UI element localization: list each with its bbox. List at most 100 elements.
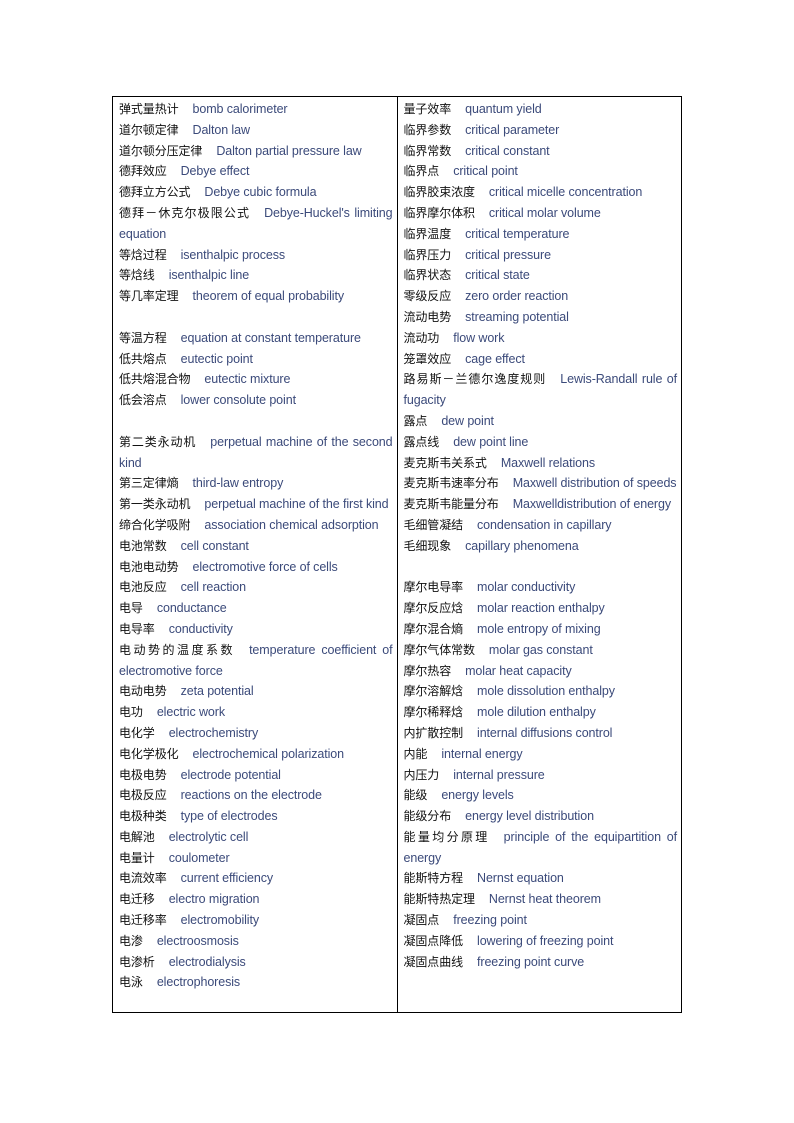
english-term: molar heat capacity <box>465 663 572 678</box>
english-term: Dalton law <box>192 122 250 137</box>
chinese-term: 电渗 <box>119 933 143 948</box>
chinese-term: 内能 <box>403 746 428 761</box>
glossary-entry: 能级 energy levels <box>404 785 678 806</box>
glossary-table: 弹式量热计 bomb calorimeter 道尔顿定律 Dalton law 道尔顿分… <box>112 96 682 1013</box>
chinese-term: 电流效率 <box>119 871 167 886</box>
glossary-entry: 临界摩尔体积 critical molar volume <box>404 203 678 224</box>
chinese-term: 流动功 <box>403 330 440 345</box>
chinese-term: 流动电势 <box>403 309 452 324</box>
chinese-term: 麦克斯韦关系式 <box>403 455 487 470</box>
glossary-entry: 电化学 electrochemistry <box>119 723 393 744</box>
chinese-term: 凝固点降低 <box>403 933 464 948</box>
glossary-entry: 电导 conductance <box>119 598 393 619</box>
chinese-term: 麦克斯韦速率分布 <box>403 476 499 491</box>
english-term: cell constant <box>180 538 249 553</box>
chinese-term: 电极反应 <box>119 788 167 803</box>
chinese-term: 电量计 <box>119 850 155 865</box>
glossary-entry: 第三定律熵 third-law entropy <box>119 473 393 494</box>
english-term: molar gas constant <box>488 642 593 657</box>
english-term: critical temperature <box>465 226 570 241</box>
english-term: internal pressure <box>453 767 545 782</box>
english-term: cage effect <box>465 351 525 366</box>
chinese-term: 电功 <box>119 705 143 720</box>
english-term: dew point line <box>453 434 529 449</box>
english-term: Dalton partial pressure law <box>216 143 362 158</box>
english-term: perpetual machine of the first kind <box>204 497 389 512</box>
english-term: electrophoresis <box>156 975 241 990</box>
english-term: condensation in capillary <box>477 517 612 532</box>
english-term: conductance <box>156 601 227 616</box>
glossary-entry: 内扩散控制 internal diffusions control <box>404 723 678 744</box>
glossary-entry: 流动电势 streaming potential <box>404 307 678 328</box>
english-term: internal diffusions control <box>477 725 613 740</box>
english-term: internal energy <box>441 746 523 761</box>
chinese-term: 能量均分原理 <box>403 829 490 844</box>
glossary-entry: 临界状态 critical state <box>404 265 678 286</box>
english-term: Debye effect <box>180 164 250 179</box>
english-term: association chemical adsorption <box>204 517 379 532</box>
chinese-term: 缔合化学吸附 <box>119 517 191 532</box>
glossary-entry: 电流效率 current efficiency <box>119 868 393 889</box>
document-page: 弹式量热计 bomb calorimeter 道尔顿定律 Dalton law 道尔顿分… <box>0 0 794 1123</box>
glossary-entry: 道尔顿定律 Dalton law <box>119 120 393 141</box>
glossary-entry: 毛细现象 capillary phenomena <box>404 536 678 557</box>
chinese-term: 电迁移率 <box>119 913 167 928</box>
english-term: Nernst heat theorem <box>488 892 601 907</box>
glossary-entry: 低共熔混合物 eutectic mixture <box>119 369 393 390</box>
glossary-entry: 电池常数 cell constant <box>119 536 393 557</box>
glossary-entry: 摩尔电导率 molar conductivity <box>404 577 678 598</box>
glossary-entry: 第一类永动机 perpetual machine of the first kin… <box>119 494 393 515</box>
english-term: critical parameter <box>465 122 560 137</box>
chinese-term: 路易斯－兰德尔逸度规则 <box>403 372 547 387</box>
glossary-entry: 电迁移率 electromobility <box>119 910 393 931</box>
chinese-term: 电导率 <box>119 621 155 636</box>
glossary-entry: 等焓线 isenthalpic line <box>119 265 393 286</box>
english-term: capillary phenomena <box>465 538 579 553</box>
glossary-entry: 内能 internal energy <box>404 744 678 765</box>
chinese-term: 德拜效应 <box>119 164 167 179</box>
english-term: third-law entropy <box>192 476 284 491</box>
chinese-term: 道尔顿定律 <box>119 122 179 137</box>
glossary-entry: 凝固点降低 lowering of freezing point <box>404 931 678 952</box>
english-term: conductivity <box>168 621 233 636</box>
glossary-entry: 露点线 dew point line <box>404 432 678 453</box>
chinese-term: 临界温度 <box>403 226 452 241</box>
chinese-term: 临界点 <box>403 164 440 179</box>
chinese-term: 电池反应 <box>119 580 167 595</box>
chinese-term: 电极种类 <box>119 809 167 824</box>
chinese-term: 德拜－休克尔极限公式 <box>119 205 251 220</box>
glossary-entry: 临界温度 critical temperature <box>404 224 678 245</box>
chinese-term: 笼罩效应 <box>403 351 452 366</box>
glossary-entry: 摩尔溶解焓 mole dissolution enthalpy <box>404 681 678 702</box>
chinese-term: 电泳 <box>119 975 143 990</box>
english-term: critical constant <box>465 143 550 158</box>
glossary-entry: 露点 dew point <box>404 411 678 432</box>
chinese-term: 临界参数 <box>403 122 452 137</box>
glossary-entry: 德拜效应 Debye effect <box>119 161 393 182</box>
chinese-term: 电动电势 <box>119 684 167 699</box>
glossary-entry: 临界胶束浓度 critical micelle concentration <box>404 182 678 203</box>
glossary-entry: 麦克斯韦速率分布 Maxwell distribution of speeds <box>404 473 678 494</box>
english-term: isenthalpic line <box>168 268 250 283</box>
chinese-term: 能斯特热定理 <box>403 892 476 907</box>
glossary-entry: 弹式量热计 bomb calorimeter <box>119 99 393 120</box>
glossary-entry: 能斯特方程 Nernst equation <box>404 868 678 889</box>
glossary-entry: 低共熔点 eutectic point <box>119 349 393 370</box>
chinese-term: 第一类永动机 <box>119 497 191 512</box>
right-column-cell: 量子效率 quantum yield 临界参数 critical parameter 临… <box>396 96 682 1013</box>
glossary-entry: 电化学极化 electrochemical polarization <box>119 744 393 765</box>
chinese-term: 电迁移 <box>119 892 155 907</box>
english-term: electrodialysis <box>168 954 246 969</box>
english-term: critical micelle concentration <box>488 185 643 200</box>
glossary-entry: 电渗析 electrodialysis <box>119 952 393 973</box>
glossary-entry: 麦克斯韦关系式 Maxwell relations <box>404 453 678 474</box>
chinese-term: 摩尔反应焓 <box>403 601 464 616</box>
english-term: electric work <box>156 705 225 720</box>
glossary-entry: 零级反应 zero order reaction <box>404 286 678 307</box>
glossary-entry: 能斯特热定理 Nernst heat theorem <box>404 889 678 910</box>
glossary-entry: 摩尔热容 molar heat capacity <box>404 661 678 682</box>
english-term: theorem of equal probability <box>192 289 345 304</box>
